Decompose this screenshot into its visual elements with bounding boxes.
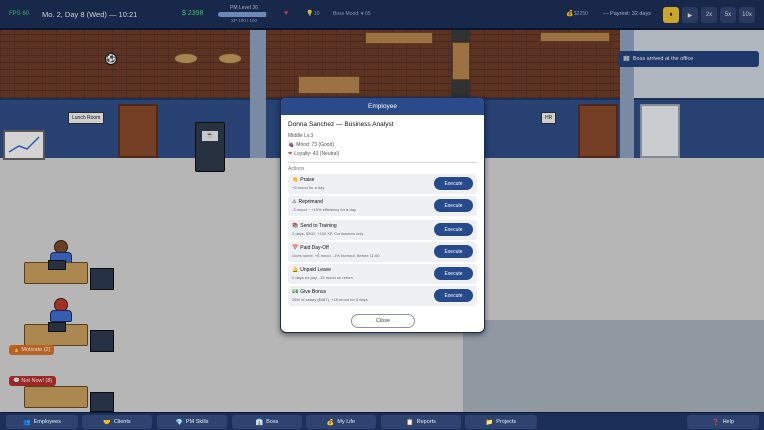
divider [288,162,477,163]
action-title: Praise [300,177,315,183]
action-reprimand: ⚠ Reprimand -3 mood ~ +15% efficiency for… [288,196,477,216]
action-send-to-training: 📚 Send to Training 2 days, $900, +100 XP.… [288,220,477,240]
money-icon: 💵 [292,289,299,295]
execute-bonus-button[interactable]: Execute [434,289,473,302]
nav-my-life[interactable]: 💰 My Life [306,415,376,429]
warning-icon: ⚠ [292,199,297,205]
employee-loyalty: ❤ Loyalty: 43 (Neutral) [288,151,477,157]
mood-text: Mood: 73 (Good) [296,142,335,148]
actions-label: Actions [288,166,305,172]
action-praise: 👏 Praise +5 mood for a day Execute [288,174,477,194]
close-button[interactable]: Close [351,314,415,328]
dialog-body: Donna Sanchez — Business Analyst Middle … [281,115,484,306]
mood-icon: 🍇 [288,142,295,148]
nav-reports[interactable]: 📋 Reports [381,415,461,429]
dialog-title: Employee [281,98,484,115]
question-icon: ❓ [712,419,720,426]
action-title: Paid Day-Off [300,245,329,251]
nav-label: Employees [33,419,61,425]
tie-icon: 👔 [255,419,264,426]
people-icon: 👥 [23,419,31,426]
execute-unpaid-leave-button[interactable]: Execute [434,267,473,280]
calendar-icon: 📅 [292,245,299,251]
employee-level: Middle Lv.3 [288,133,314,139]
execute-praise-button[interactable]: Execute [434,177,473,190]
loyalty-text: Loyalty: 43 (Neutral) [294,151,340,157]
praise-icon: 👏 [292,177,299,183]
nav-label: Reports [416,419,436,425]
employee-mood: 🍇 Mood: 73 (Good) [288,142,477,148]
nav-employees[interactable]: 👥 Employees [6,415,78,429]
action-title: Unpaid Leave [300,267,332,273]
nav-help[interactable]: ❓ Help [687,415,759,429]
action-title: Give Bonus [300,289,327,295]
nav-label: PM Skills [185,419,209,425]
nav-label: Clients [113,419,131,425]
clipboard-icon: 📋 [406,419,414,426]
gem-icon: 💎 [175,419,183,426]
action-desc: 25% of salary ($487), +15 mood for 5 day… [292,297,368,302]
books-icon: 📚 [292,223,299,229]
folder-icon: 📁 [485,419,494,426]
action-desc: +5 mood for a day [292,185,325,190]
nav-pm-skills[interactable]: 💎 PM Skills [157,415,227,429]
nav-boss[interactable]: 👔 Boss [232,415,302,429]
action-unpaid-leave: 🔔 Unpaid Leave 2 days no pay, -15 mood on… [288,264,477,284]
execute-reprimand-button[interactable]: Execute [434,199,473,212]
action-desc: -3 mood ~ +15% efficiency for a day [292,207,356,212]
employee-dialog: Employee Donna Sanchez — Business Analys… [280,97,485,333]
nav-label: Help [722,419,734,425]
employee-name: Donna Sanchez — Business Analyst [288,121,394,128]
action-title: Reprimand [298,199,323,205]
nav-label: Projects [496,419,517,425]
nav-projects[interactable]: 📁 Projects [465,415,537,429]
nav-clients[interactable]: 🤝 Clients [82,415,152,429]
action-title: Send to Training [300,223,337,229]
heart-icon: ❤ [288,151,293,157]
nav-label: My Life [337,419,356,425]
handshake-icon: 🤝 [103,419,111,426]
execute-training-button[interactable]: Execute [434,223,473,236]
bell-icon: 🔔 [292,267,299,273]
action-paid-day-off: 📅 Paid Day-Off Goes home, +8 mood, -1% bu… [288,242,477,262]
execute-day-off-button[interactable]: Execute [434,245,473,258]
action-give-bonus: 💵 Give Bonus 25% of salary ($487), +15 mo… [288,286,477,306]
action-desc: Goes home, +8 mood, -1% burnout. Before … [292,253,380,258]
nav-label: Boss [266,419,279,425]
action-desc: 2 days no pay, -15 mood on return [292,275,353,280]
moneybag-icon: 💰 [326,419,335,426]
bottom-nav: 👥 Employees 🤝 Clients 💎 PM Skills 👔 Boss 💰 My… [0,412,764,430]
action-desc: 2 days, $900, +100 XP. Contractors only [292,231,364,236]
